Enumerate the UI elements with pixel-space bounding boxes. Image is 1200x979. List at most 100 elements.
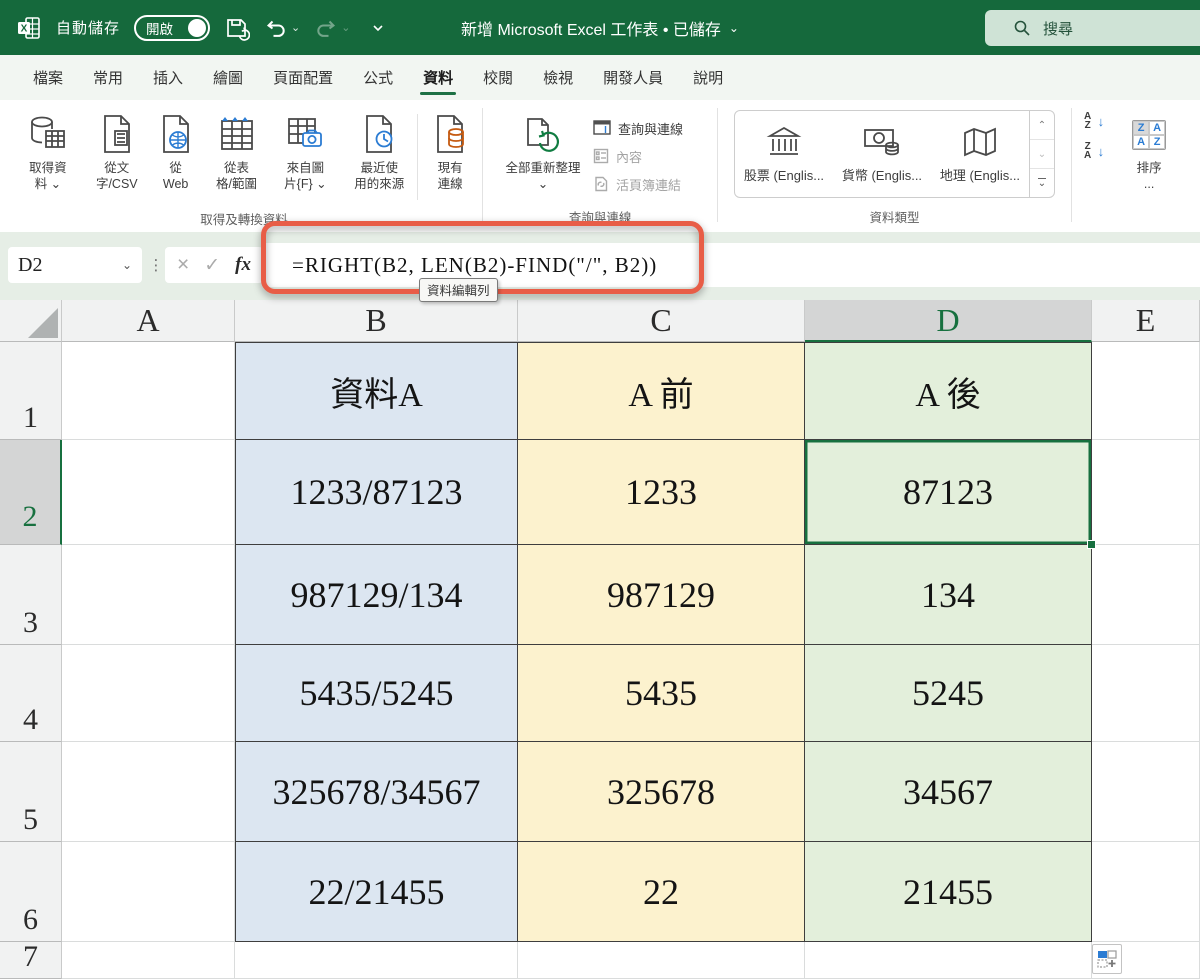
name-box[interactable]: D2 ⌄ (8, 247, 142, 283)
cell-b6[interactable]: 22/21455 (235, 842, 518, 942)
stocks-data-type[interactable]: 股票 (Englis... (735, 111, 833, 197)
enter-icon[interactable]: ✓ (204, 254, 220, 277)
quick-access-toolbar-chevron-icon[interactable] (370, 21, 386, 35)
get-data-button[interactable]: 取得資 料 ⌄ (10, 106, 86, 192)
tab-data[interactable]: 資料 (408, 55, 468, 100)
cell-e6[interactable] (1092, 842, 1200, 942)
properties-button[interactable]: 內容 (593, 144, 683, 168)
from-web-button[interactable]: 從 Web (148, 106, 204, 192)
tab-file[interactable]: 檔案 (18, 55, 78, 100)
cell-b1[interactable]: 資料A (235, 342, 518, 440)
col-header-e[interactable]: E (1092, 300, 1200, 342)
row-header-3[interactable]: 3 (0, 545, 62, 645)
cell-d4[interactable]: 5245 (805, 645, 1092, 742)
workbook-links-button[interactable]: 活頁簿連結 (593, 172, 683, 196)
cell-c2[interactable]: 1233 (518, 440, 805, 545)
cell-a7[interactable] (62, 942, 235, 979)
cell-b5[interactable]: 325678/34567 (235, 742, 518, 842)
tab-home[interactable]: 常用 (78, 55, 138, 100)
cell-e2[interactable] (1092, 440, 1200, 545)
formula-bar-drag-handle[interactable]: ⋮ (149, 247, 163, 283)
select-all-corner[interactable] (0, 300, 62, 342)
cell-b7[interactable] (235, 942, 518, 979)
cancel-icon[interactable]: × (177, 253, 189, 277)
search-input[interactable]: 搜尋 (985, 10, 1200, 46)
spreadsheet-grid: A B C D E 1 資料A A 前 A 後 2 1233/87123 123… (0, 300, 1200, 979)
geography-data-type[interactable]: 地理 (Englis... (931, 111, 1029, 197)
from-text-csv-button[interactable]: 從文 字/CSV (86, 106, 148, 192)
sort-dialog-icon: ZAAZ (1132, 120, 1166, 150)
row-header-5[interactable]: 5 (0, 742, 62, 842)
selection-fill-handle[interactable] (1087, 540, 1096, 549)
insert-function-icon[interactable]: fx (235, 254, 251, 276)
currency-data-type[interactable]: 貨幣 (Englis... (833, 111, 931, 197)
sort-ascending-button[interactable]: AZ ↓ (1080, 112, 1105, 130)
queries-connections-button[interactable]: 查詢與連線 (593, 116, 683, 140)
formula-input[interactable]: =RIGHT(B2, LEN(B2)-FIND("/", B2)) (266, 243, 1200, 287)
cell-a1[interactable] (62, 342, 235, 440)
gallery-scroll-down-icon[interactable]: ⌄ (1030, 140, 1054, 169)
sort-descending-button[interactable]: ZA ↓ (1080, 142, 1105, 160)
cell-d1[interactable]: A 後 (805, 342, 1092, 440)
cell-a6[interactable] (62, 842, 235, 942)
from-picture-button[interactable]: 來自圖 片{F} ⌄ (269, 106, 341, 192)
col-header-a[interactable]: A (62, 300, 235, 342)
row-header-4[interactable]: 4 (0, 645, 62, 742)
redo-button[interactable]: ⌄ (314, 16, 350, 40)
tab-page-layout[interactable]: 頁面配置 (258, 55, 348, 100)
cell-e4[interactable] (1092, 645, 1200, 742)
recent-sources-button[interactable]: 最近使 用的來源 (341, 106, 417, 192)
redo-chevron-icon[interactable]: ⌄ (341, 21, 350, 34)
cell-c3[interactable]: 987129 (518, 545, 805, 645)
cell-c1[interactable]: A 前 (518, 342, 805, 440)
refresh-all-button[interactable]: 全部重新整理 ⌄ (493, 106, 593, 192)
sort-button[interactable]: ZAAZ 排序 ... (1114, 106, 1184, 192)
cell-e3[interactable] (1092, 545, 1200, 645)
cell-d6[interactable]: 21455 (805, 842, 1092, 942)
name-box-chevron-icon[interactable]: ⌄ (122, 258, 132, 272)
undo-chevron-icon[interactable]: ⌄ (291, 21, 300, 34)
cell-b3[interactable]: 987129/134 (235, 545, 518, 645)
cell-b4[interactable]: 5435/5245 (235, 645, 518, 742)
cell-c4[interactable]: 5435 (518, 645, 805, 742)
cell-c6[interactable]: 22 (518, 842, 805, 942)
tab-insert[interactable]: 插入 (138, 55, 198, 100)
cell-e5[interactable] (1092, 742, 1200, 842)
autosave-toggle[interactable]: 開啟 (134, 15, 210, 41)
col-header-c[interactable]: C (518, 300, 805, 342)
row-header-1[interactable]: 1 (0, 342, 62, 440)
cell-d2-selected[interactable]: 87123 (805, 440, 1092, 545)
undo-button[interactable]: ⌄ (264, 16, 300, 40)
cell-c5[interactable]: 325678 (518, 742, 805, 842)
tab-help[interactable]: 說明 (678, 55, 738, 100)
cell-b2[interactable]: 1233/87123 (235, 440, 518, 545)
cell-d3[interactable]: 134 (805, 545, 1092, 645)
cell-a3[interactable] (62, 545, 235, 645)
tab-draw[interactable]: 繪圖 (198, 55, 258, 100)
cell-d7[interactable] (805, 942, 1092, 979)
cell-c7[interactable] (518, 942, 805, 979)
recent-sources-icon (359, 110, 399, 160)
cell-a5[interactable] (62, 742, 235, 842)
gallery-more-icon[interactable]: ⌄ (1030, 169, 1054, 197)
title-chevron-icon[interactable]: ⌄ (729, 21, 739, 35)
col-header-d[interactable]: D (805, 300, 1092, 342)
row-header-2[interactable]: 2 (0, 440, 62, 545)
cell-a4[interactable] (62, 645, 235, 742)
row-header-7[interactable]: 7 (0, 942, 62, 979)
row-header-6[interactable]: 6 (0, 842, 62, 942)
save-icon[interactable] (224, 15, 250, 41)
tab-developer[interactable]: 開發人員 (588, 55, 678, 100)
quick-analysis-button[interactable] (1092, 944, 1122, 974)
cell-d5[interactable]: 34567 (805, 742, 1092, 842)
cell-a2[interactable] (62, 440, 235, 545)
from-table-range-button[interactable]: 從表 格/範圍 (204, 106, 270, 192)
cell-e1[interactable] (1092, 342, 1200, 440)
col-header-b[interactable]: B (235, 300, 518, 342)
existing-connections-button[interactable]: 現有 連線 (418, 106, 482, 192)
gallery-scroll-up-icon[interactable]: ⌃ (1030, 111, 1054, 140)
tab-view[interactable]: 檢視 (528, 55, 588, 100)
picture-camera-icon (283, 110, 327, 160)
tab-review[interactable]: 校閱 (468, 55, 528, 100)
tab-formulas[interactable]: 公式 (348, 55, 408, 100)
